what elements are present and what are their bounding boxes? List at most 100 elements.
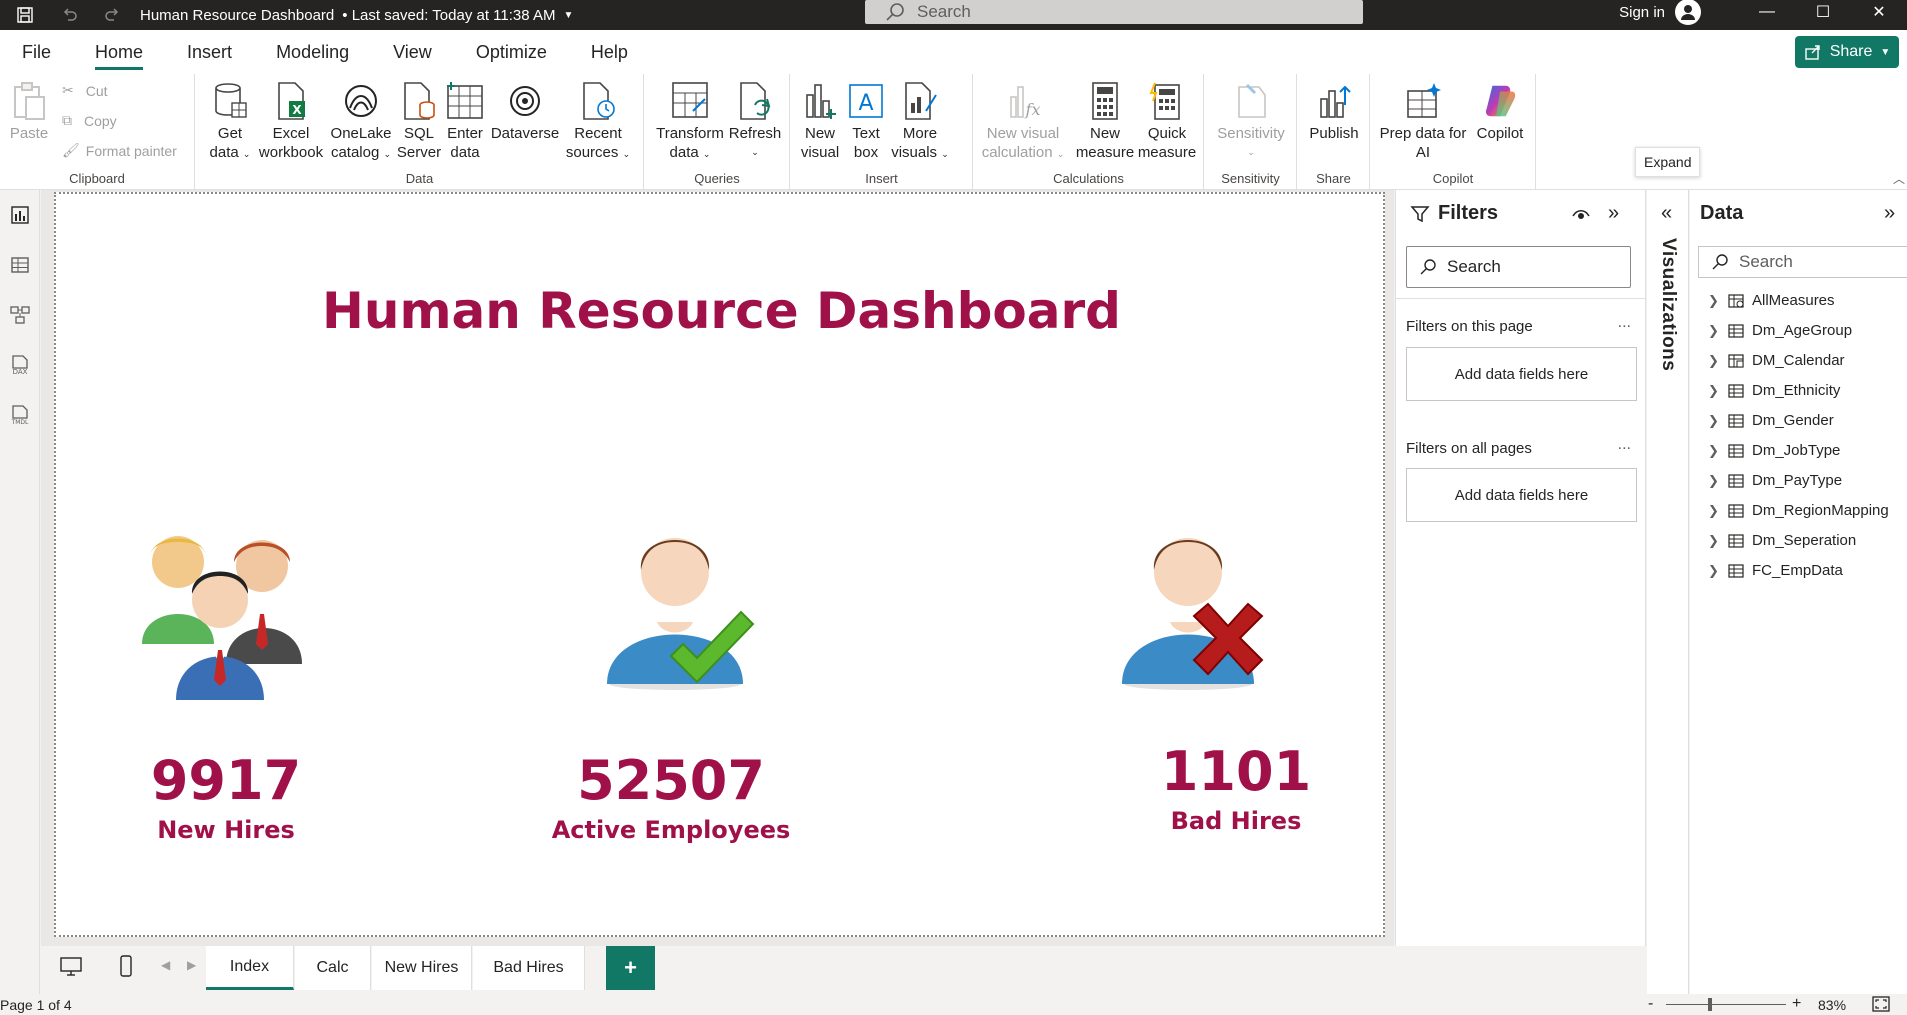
new-visual-calculation-button[interactable]: fx New visual calculation ⌄ bbox=[980, 80, 1066, 164]
recent-sources-button[interactable]: Recent sources ⌄ bbox=[562, 80, 634, 164]
minimize-icon[interactable]: — bbox=[1739, 0, 1795, 24]
publish-button[interactable]: Publish bbox=[1304, 80, 1364, 143]
redo-icon[interactable] bbox=[102, 4, 124, 26]
mobile-layout-icon[interactable] bbox=[119, 954, 133, 981]
table-item[interactable]: ❯ AllMeasures bbox=[1708, 292, 1835, 309]
page-tab-index[interactable]: Index bbox=[206, 946, 294, 990]
account-icon[interactable] bbox=[1675, 0, 1701, 25]
cut-button[interactable]: ✂ Cut bbox=[62, 82, 108, 99]
table-item[interactable]: ❯ Dm_AgeGroup bbox=[1708, 322, 1852, 339]
copy-button[interactable]: ⧉ Copy bbox=[62, 112, 117, 129]
filters-search-input[interactable]: Search bbox=[1406, 246, 1631, 288]
report-page[interactable]: Human Resource Dashboard 9917 New Hires bbox=[54, 192, 1385, 937]
sign-in-link[interactable]: Sign in bbox=[1619, 4, 1665, 21]
undo-icon[interactable] bbox=[58, 4, 80, 26]
model-view-icon[interactable] bbox=[9, 304, 31, 326]
file-title[interactable]: Human Resource Dashboard • Last saved: T… bbox=[140, 7, 573, 24]
menu-modeling[interactable]: Modeling bbox=[254, 30, 371, 74]
dax-query-view-icon[interactable]: DAX bbox=[9, 354, 31, 376]
zoom-out-button[interactable]: - bbox=[1648, 995, 1653, 1013]
prep-data-ai-button[interactable]: Prep data for AI bbox=[1377, 80, 1469, 162]
more-visuals-button[interactable]: More visuals ⌄ bbox=[889, 80, 951, 164]
scroll-right-icon[interactable]: ▶ bbox=[187, 958, 196, 972]
close-icon[interactable]: ✕ bbox=[1851, 0, 1907, 24]
table-item[interactable]: ❯ Dm_PayType bbox=[1708, 472, 1842, 489]
kpi-active-employees-value[interactable]: 52507 bbox=[506, 749, 836, 812]
new-measure-button[interactable]: New measure bbox=[1074, 80, 1136, 162]
chevron-right-icon[interactable]: ❯ bbox=[1708, 533, 1720, 549]
table-view-icon[interactable] bbox=[9, 254, 31, 276]
page-tab-new-hires[interactable]: New Hires bbox=[372, 946, 472, 990]
collapse-ribbon-icon[interactable]: ︿ bbox=[1893, 170, 1905, 187]
dashboard-title[interactable]: Human Resource Dashboard bbox=[56, 282, 1387, 340]
chevron-right-icon[interactable]: ❯ bbox=[1708, 293, 1720, 309]
paste-button[interactable]: Paste bbox=[8, 80, 50, 143]
menu-insert[interactable]: Insert bbox=[165, 30, 254, 74]
chevron-right-icon[interactable]: ❯ bbox=[1708, 443, 1720, 459]
text-box-button[interactable]: A Text box bbox=[845, 80, 887, 162]
collapse-data-icon[interactable]: » bbox=[1884, 202, 1895, 225]
expand-visualizations-icon[interactable]: « bbox=[1661, 202, 1672, 225]
visualizations-label[interactable]: Visualizations bbox=[1657, 238, 1679, 371]
add-all-pages-filter-drop-zone[interactable]: Add data fields here bbox=[1406, 468, 1637, 522]
report-view-icon[interactable] bbox=[9, 204, 31, 226]
refresh-button[interactable]: Refresh ⌄ bbox=[725, 80, 785, 162]
global-search[interactable]: Search bbox=[865, 0, 1363, 24]
excel-workbook-button[interactable]: X Excel workbook bbox=[256, 80, 326, 162]
dataverse-button[interactable]: Dataverse bbox=[488, 80, 562, 143]
table-item[interactable]: ❯ FC_EmpData bbox=[1708, 562, 1843, 579]
zoom-level[interactable]: 83% bbox=[1818, 997, 1846, 1013]
copilot-button[interactable]: Copilot bbox=[1469, 80, 1531, 143]
menu-file[interactable]: File bbox=[0, 30, 73, 74]
kpi-bad-hires-value[interactable]: 1101 bbox=[1116, 740, 1356, 803]
chevron-right-icon[interactable]: ❯ bbox=[1708, 563, 1720, 579]
user-check-icon[interactable] bbox=[601, 524, 769, 697]
zoom-slider-thumb[interactable] bbox=[1708, 998, 1712, 1011]
desktop-layout-icon[interactable] bbox=[59, 956, 83, 981]
quick-measure-button[interactable]: Quick measure bbox=[1136, 80, 1198, 162]
enter-data-button[interactable]: Enter data bbox=[444, 80, 486, 162]
tmdl-view-icon[interactable]: TMDL bbox=[9, 404, 31, 426]
user-remove-icon[interactable] bbox=[1118, 524, 1278, 697]
new-visual-button[interactable]: New visual bbox=[795, 80, 845, 162]
sensitivity-button[interactable]: Sensitivity ⌄ bbox=[1213, 80, 1289, 162]
onelake-catalog-button[interactable]: OneLake catalog ⌄ bbox=[326, 80, 396, 164]
table-item[interactable]: ❯ Dm_JobType bbox=[1708, 442, 1840, 459]
sql-server-button[interactable]: SQL Server bbox=[396, 80, 442, 162]
more-options-icon[interactable]: ... bbox=[1618, 436, 1631, 454]
maximize-icon[interactable]: ☐ bbox=[1795, 0, 1851, 24]
menu-optimize[interactable]: Optimize bbox=[454, 30, 569, 74]
chevron-right-icon[interactable]: ❯ bbox=[1708, 383, 1720, 399]
eye-icon[interactable] bbox=[1572, 208, 1590, 225]
menu-home[interactable]: Home bbox=[73, 30, 165, 74]
chevron-right-icon[interactable]: ❯ bbox=[1708, 413, 1720, 429]
collapse-filters-icon[interactable]: » bbox=[1608, 202, 1619, 225]
table-item[interactable]: ❯ Dm_Seperation bbox=[1708, 532, 1856, 549]
table-item[interactable]: ❯ Dm_Gender bbox=[1708, 412, 1834, 429]
table-item[interactable]: ❯ Dm_Ethnicity bbox=[1708, 382, 1840, 399]
save-icon[interactable] bbox=[14, 4, 36, 26]
fit-to-page-icon[interactable] bbox=[1872, 996, 1890, 1015]
share-button[interactable]: Share ▼ bbox=[1795, 36, 1899, 68]
chevron-right-icon[interactable]: ❯ bbox=[1708, 353, 1720, 369]
get-data-button[interactable]: Get data ⌄ bbox=[206, 80, 254, 164]
kpi-new-hires-label[interactable]: New Hires bbox=[91, 816, 361, 844]
format-painter-button[interactable]: 🖌 Format painter bbox=[62, 142, 177, 159]
chevron-right-icon[interactable]: ❯ bbox=[1708, 323, 1720, 339]
transform-data-button[interactable]: Transform data ⌄ bbox=[655, 80, 725, 164]
kpi-active-employees-label[interactable]: Active Employees bbox=[486, 816, 856, 844]
kpi-bad-hires-label[interactable]: Bad Hires bbox=[1096, 807, 1376, 835]
table-item[interactable]: ❯ Dm_RegionMapping bbox=[1708, 502, 1889, 519]
zoom-in-button[interactable]: + bbox=[1792, 995, 1801, 1013]
add-page-button[interactable]: + bbox=[606, 946, 655, 990]
add-page-filter-drop-zone[interactable]: Add data fields here bbox=[1406, 347, 1637, 401]
table-item[interactable]: ❯ DM_Calendar bbox=[1708, 352, 1845, 369]
scroll-left-icon[interactable]: ◀ bbox=[161, 958, 170, 972]
chevron-right-icon[interactable]: ❯ bbox=[1708, 473, 1720, 489]
chevron-right-icon[interactable]: ❯ bbox=[1708, 503, 1720, 519]
zoom-slider[interactable] bbox=[1666, 998, 1786, 1011]
group-people-icon[interactable] bbox=[134, 524, 310, 703]
page-tab-calc[interactable]: Calc bbox=[295, 946, 371, 990]
visualizations-collapsed-pane[interactable]: « Visualizations bbox=[1647, 190, 1689, 1015]
data-search-input[interactable]: Search bbox=[1698, 246, 1907, 278]
